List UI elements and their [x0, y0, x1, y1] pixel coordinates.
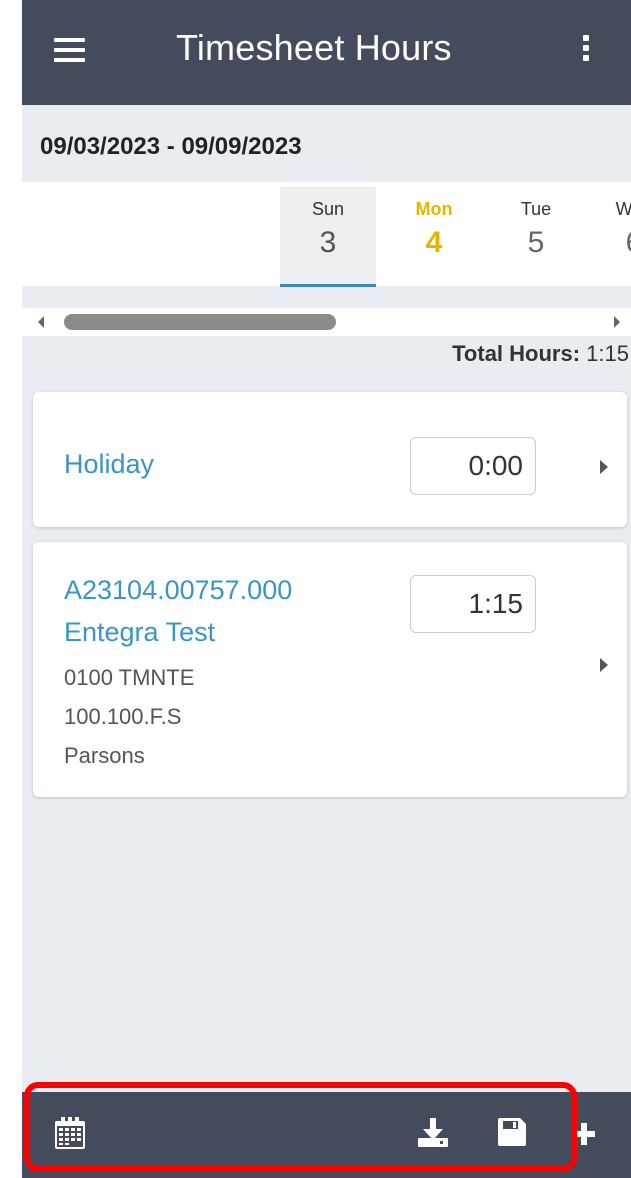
horizontal-scrollbar[interactable]	[22, 308, 631, 336]
day-date: 3	[319, 226, 337, 259]
scrollbar-thumb[interactable]	[64, 314, 336, 330]
date-range: 09/03/2023 - 09/09/2023	[40, 133, 302, 160]
day-date: 4	[425, 226, 443, 259]
bottom-toolbar	[22, 1092, 631, 1178]
day-tab-tue[interactable]: Tue 5	[488, 187, 584, 287]
add-icon[interactable]	[573, 1123, 595, 1145]
project-link[interactable]: Holiday	[64, 449, 154, 480]
organization: Parsons	[64, 743, 145, 768]
chevron-right-icon[interactable]	[600, 658, 608, 672]
day-name: Sun	[311, 199, 345, 219]
page-title: Timesheet Hours	[176, 27, 452, 68]
timesheet-entry-card[interactable]: Holiday	[33, 392, 627, 527]
save-icon[interactable]	[497, 1117, 527, 1147]
top-app-bar: Timesheet Hours	[22, 0, 631, 105]
day-name: Mon	[415, 199, 453, 219]
scroll-right-icon[interactable]	[614, 316, 620, 328]
day-name: Wed	[615, 199, 631, 219]
hamburger-menu-icon[interactable]	[50, 32, 94, 72]
total-hours: Total Hours: 1:15	[452, 341, 629, 367]
day-name: Tue	[520, 199, 552, 219]
hours-input[interactable]	[410, 575, 536, 633]
total-hours-label: Total Hours:	[452, 341, 581, 366]
more-vertical-icon[interactable]	[577, 30, 597, 74]
chevron-right-icon[interactable]	[600, 460, 608, 474]
day-tab-sun[interactable]: Sun 3	[280, 187, 376, 287]
day-selector: Sun 3 Mon 4 Tue 5 Wed 6	[22, 182, 631, 287]
task-code: 0100 TMNTE	[64, 665, 195, 690]
scroll-left-icon[interactable]	[38, 316, 44, 328]
day-date: 5	[527, 226, 545, 259]
hours-input[interactable]	[410, 437, 536, 495]
timesheet-entry-card[interactable]: A23104.00757.000 Entegra Test 0100 TMNTE…	[33, 542, 627, 797]
day-date: 6	[586, 226, 631, 260]
project-code-link[interactable]: A23104.00757.000	[64, 575, 292, 606]
day-tab-wed[interactable]: Wed 6	[586, 187, 631, 287]
labor-category: 100.100.F.S	[64, 704, 182, 729]
project-name-link[interactable]: Entegra Test	[64, 617, 215, 648]
download-icon[interactable]	[417, 1116, 449, 1148]
calendar-icon[interactable]	[54, 1116, 86, 1150]
total-hours-value: 1:15	[586, 341, 629, 366]
timesheet-app: Timesheet Hours 09/03/2023 - 09/09/2023 …	[22, 0, 631, 1178]
day-tab-mon[interactable]: Mon 4	[386, 187, 482, 287]
